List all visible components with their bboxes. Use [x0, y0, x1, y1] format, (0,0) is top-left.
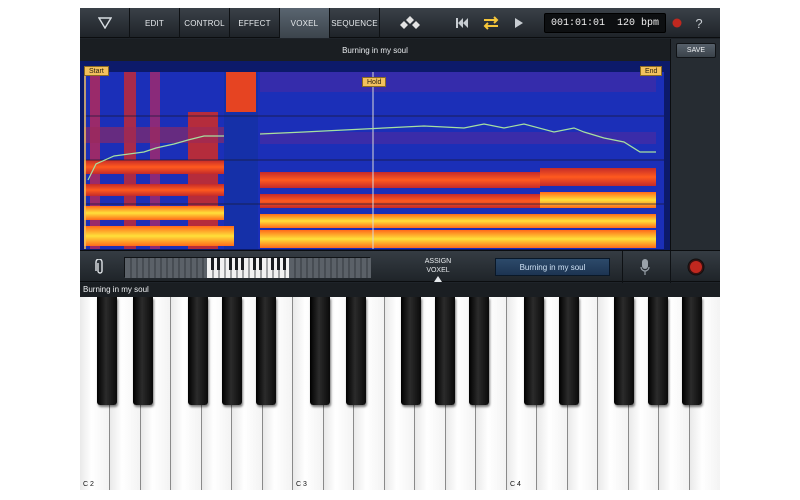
- black-key[interactable]: [188, 297, 208, 405]
- help-button[interactable]: ?: [688, 8, 710, 38]
- control-bar: ASSIGN VOXEL Burning in my soul: [80, 250, 720, 285]
- assign-label: ASSIGN: [424, 258, 452, 265]
- voxel-app-window: EDIT CONTROL EFFECT VOXEL SEQUENCE 001:0…: [80, 8, 720, 490]
- marker-hold[interactable]: Hold: [362, 77, 387, 87]
- divider: [670, 251, 671, 283]
- time-tempo-display: 001:01:01 120 bpm: [544, 13, 666, 33]
- phrase-field[interactable]: Burning in my soul: [495, 258, 610, 276]
- black-key[interactable]: [469, 297, 489, 405]
- black-key[interactable]: [256, 297, 276, 405]
- paperclip-icon[interactable]: [88, 251, 112, 283]
- marker-start[interactable]: Start: [84, 66, 109, 76]
- record-button[interactable]: [682, 251, 710, 283]
- voxel-label: VOXEL: [426, 267, 450, 274]
- black-key[interactable]: [682, 297, 702, 405]
- black-key[interactable]: [524, 297, 544, 405]
- piano-keyboard: C 2 C 3 C 4: [80, 297, 720, 490]
- loop-icon[interactable]: [478, 8, 504, 38]
- black-key[interactable]: [346, 297, 366, 405]
- octave-label-c4: C 4: [510, 481, 521, 488]
- black-key[interactable]: [435, 297, 455, 405]
- tab-edit[interactable]: EDIT: [130, 8, 180, 38]
- black-key[interactable]: [222, 297, 242, 405]
- tab-voxel[interactable]: VOXEL: [280, 8, 330, 38]
- save-button[interactable]: SAVE: [676, 43, 716, 58]
- black-key[interactable]: [648, 297, 668, 405]
- black-key[interactable]: [310, 297, 330, 405]
- tab-effect[interactable]: EFFECT: [230, 8, 280, 38]
- menu-triangle-icon[interactable]: [80, 8, 130, 38]
- microphone-icon[interactable]: [632, 251, 658, 283]
- mini-keyboard-range[interactable]: [124, 257, 371, 278]
- keyboard-phrase-label: Burning in my soul: [80, 283, 720, 297]
- tab-control[interactable]: CONTROL: [180, 8, 230, 38]
- tab-sequence[interactable]: SEQUENCE: [330, 8, 380, 38]
- top-toolbar: EDIT CONTROL EFFECT VOXEL SEQUENCE 001:0…: [80, 8, 720, 38]
- logo-diamond-icon: [392, 8, 428, 38]
- record-dot-icon[interactable]: [666, 8, 688, 38]
- play-icon[interactable]: [508, 8, 530, 38]
- track-title: Burning in my soul: [80, 39, 670, 61]
- black-key[interactable]: [401, 297, 421, 405]
- assign-voxel-button[interactable]: ASSIGN VOXEL: [418, 257, 458, 285]
- time-readout: 001:01:01: [550, 17, 605, 29]
- octave-label-c3: C 3: [296, 481, 307, 488]
- caret-up-icon: [434, 276, 442, 282]
- spectrogram[interactable]: [84, 72, 664, 249]
- rewind-icon[interactable]: [450, 8, 474, 38]
- black-key[interactable]: [133, 297, 153, 405]
- octave-label-c2: C 2: [83, 481, 94, 488]
- divider: [622, 251, 623, 283]
- marker-end[interactable]: End: [640, 66, 663, 76]
- side-panel: SAVE: [670, 39, 720, 250]
- black-key[interactable]: [559, 297, 579, 405]
- black-key[interactable]: [614, 297, 634, 405]
- black-key[interactable]: [97, 297, 117, 405]
- tempo-readout: 120 bpm: [616, 17, 659, 29]
